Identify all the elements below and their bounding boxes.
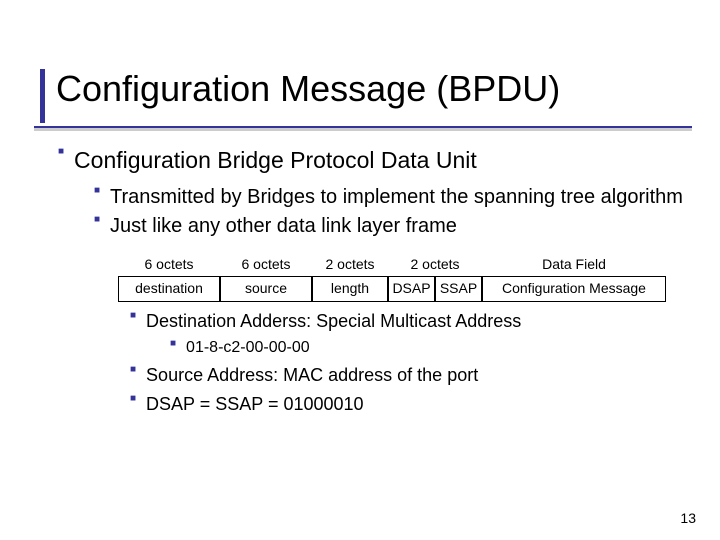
diagram-cell: length [312,276,388,302]
diagram-header: 6 octets [118,253,220,277]
square-bullet-icon: ■ [130,393,136,406]
bullet-level2: ■ Just like any other data link layer fr… [94,214,690,239]
diagram-body-row: destination source length DSAP SSAP Conf… [118,276,666,302]
level3-text: Destination Adderss: Special Multicast A… [146,310,690,333]
diagram-cell: SSAP [435,276,482,302]
square-bullet-icon: ■ [94,214,100,227]
slide: Configuration Message (BPDU) ■ Configura… [0,0,720,540]
content-area: ■ Configuration Bridge Protocol Data Uni… [58,146,690,421]
diagram-header: 2 octets [388,253,482,277]
title-underline-shadow [34,128,692,131]
square-bullet-icon: ■ [58,146,64,159]
diagram-cell: destination [118,276,220,302]
level4-text: 01-8-c2-00-00-00 [186,338,690,358]
square-bullet-icon: ■ [170,338,176,351]
level2-text: Just like any other data link layer fram… [110,214,690,239]
bullet-level3: ■ Destination Adderss: Special Multicast… [130,310,690,333]
level3-text: DSAP = SSAP = 01000010 [146,393,690,416]
diagram-header: 6 octets [220,253,312,277]
square-bullet-icon: ■ [130,310,136,323]
diagram-cell: Configuration Message [482,276,666,302]
diagram-header: Data Field [482,253,666,277]
diagram-cell: DSAP [388,276,435,302]
bullet-level3: ■ DSAP = SSAP = 01000010 [130,393,690,416]
bullet-level1: ■ Configuration Bridge Protocol Data Uni… [58,146,690,175]
square-bullet-icon: ■ [130,364,136,377]
diagram-header: 2 octets [312,253,388,277]
title-accent-rule [40,69,45,123]
diagram-header-row: 6 octets 6 octets 2 octets 2 octets Data… [118,253,666,277]
bullet-level2: ■ Transmitted by Bridges to implement th… [94,185,690,210]
diagram-cell: source [220,276,312,302]
square-bullet-icon: ■ [94,185,100,198]
level2-text: Transmitted by Bridges to implement the … [110,185,690,210]
frame-diagram: 6 octets 6 octets 2 octets 2 octets Data… [118,253,666,302]
slide-title: Configuration Message (BPDU) [56,68,560,110]
level1-text: Configuration Bridge Protocol Data Unit [74,146,690,175]
bullet-level3: ■ Source Address: MAC address of the por… [130,364,690,387]
title-block: Configuration Message (BPDU) [34,66,700,126]
page-number: 13 [680,510,696,526]
bullet-level4: ■ 01-8-c2-00-00-00 [170,338,690,358]
level3-text: Source Address: MAC address of the port [146,364,690,387]
